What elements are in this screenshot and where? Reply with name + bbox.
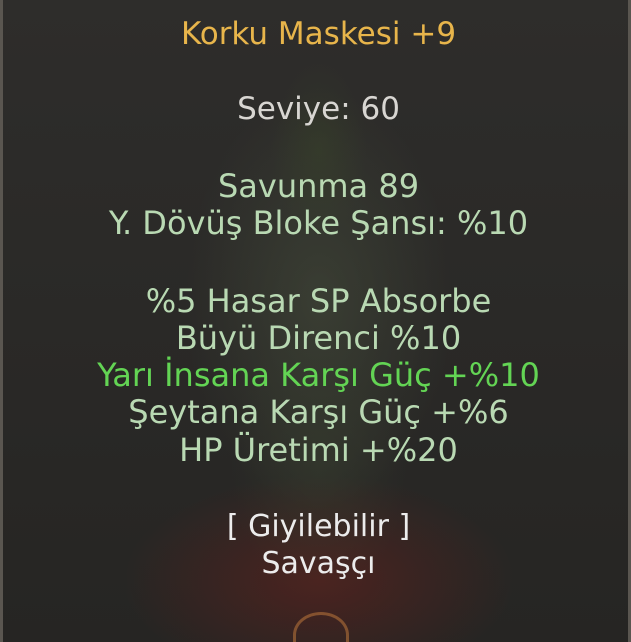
stat-block-chance: Y. Dövüş Bloke Şansı: %10 (108, 204, 529, 242)
bonus-sp-absorb: %5 Hasar SP Absorbe (145, 282, 492, 320)
bonus-hp-regen: HP Üretimi +%20 (179, 431, 458, 469)
bonus-magic-resistance: Büyü Direnci %10 (175, 319, 462, 357)
wear-class: Savaşçı (261, 546, 376, 581)
wear-status: [ Giyilebilir ] (226, 509, 411, 544)
bonus-half-human-strength: Yarı İnsana Karşı Güç +%10 (97, 356, 540, 394)
stat-defense: Savunma 89 (217, 167, 420, 205)
bonus-devil-strength: Şeytana Karşı Güç +%6 (128, 393, 509, 431)
item-name: Korku Maskesi +9 (180, 16, 457, 52)
item-level: Seviye: 60 (237, 91, 400, 127)
item-tooltip: Korku Maskesi +9 Seviye: 60 Savunma 89 Y… (0, 0, 631, 642)
